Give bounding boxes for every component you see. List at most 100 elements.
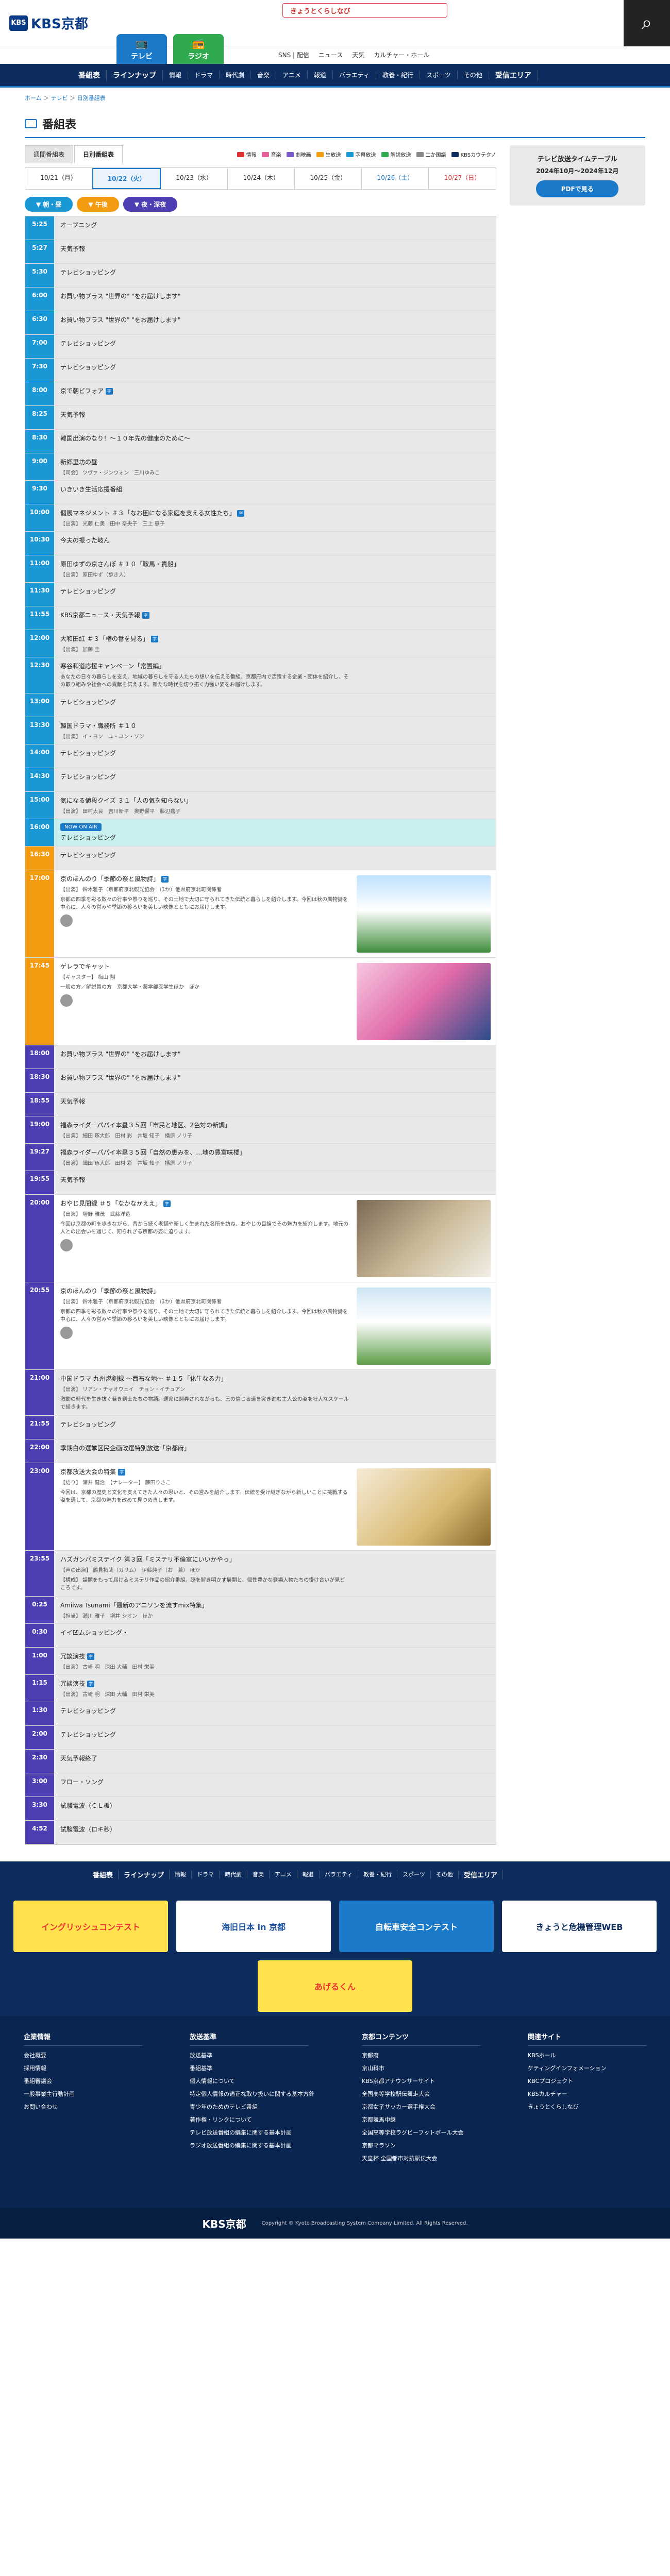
video-clip-icon[interactable] [60, 994, 73, 1007]
program-row[interactable]: 2:30 天気予報終了 [25, 1750, 496, 1773]
program-title[interactable]: テレビショッピング [60, 268, 490, 277]
program-title[interactable]: 寒谷和道応援キャンペーン「常置編」 [60, 662, 490, 670]
program-cell[interactable]: 韓国出演のなり！〜１０年先の健康のために〜 [54, 430, 496, 453]
program-row[interactable]: 14:00 テレビショッピング [25, 744, 496, 768]
tab-radio[interactable]: 📻 ラジオ [173, 34, 224, 64]
program-cell[interactable]: テレビショッピング [54, 1726, 496, 1749]
program-cell[interactable]: 季期白の選挙区民企画政選特別放送「京都府」 [54, 1439, 496, 1463]
banner[interactable]: 海旧日本 in 京都 [176, 1901, 331, 1952]
footer-link[interactable]: ケティングインフォメーション [528, 2064, 646, 2072]
program-title[interactable]: 冗談演技字 [60, 1652, 490, 1660]
footer-link[interactable]: 京山科市 [362, 2064, 480, 2072]
program-thumbnail[interactable] [356, 875, 491, 953]
program-row[interactable]: 22:00 季期白の選挙区民企画政選特別放送「京都府」 [25, 1439, 496, 1463]
search-button[interactable]: ⌕ [624, 0, 670, 46]
program-row[interactable]: 19:55 天気予報 [25, 1171, 496, 1195]
program-title[interactable]: 天気予報 [60, 244, 490, 253]
program-title[interactable]: 今夫の振った岐ん [60, 536, 490, 545]
program-title[interactable]: テレビショッピング [60, 363, 490, 371]
program-row[interactable]: 3:00 フロー・ソング [25, 1773, 496, 1797]
program-cell[interactable]: 韓国ドラマ・職務所 ＃１０ 【出演】 イ・ヨン ユ・ユン・ソン [54, 717, 496, 744]
program-cell[interactable]: 今夫の振った岐ん [54, 532, 496, 555]
gnav-item[interactable]: ラインナップ [107, 70, 163, 80]
program-row[interactable]: 17:00 京のほんのり「季節の祭と風物詩」字【出演】 鈴木雅子（京都府京北観光協… [25, 870, 496, 958]
program-row[interactable]: 18:55 天気予報 [25, 1093, 496, 1116]
program-title[interactable]: テレビショッピング [60, 698, 490, 706]
program-title[interactable]: テレビショッピング [60, 851, 490, 859]
program-cell[interactable]: 原田ゆずの京さんぽ ＃１０「鞍馬・貴船」 【出演】 原田ゆず（歩き人） [54, 555, 496, 582]
program-row[interactable]: 12:30 寒谷和道応援キャンペーン「常置編」 あなたの日々の暮らしを支え、地域の暮… [25, 657, 496, 693]
footer-logo[interactable]: KBS京都 [202, 2216, 246, 2231]
program-row[interactable]: 23:00 京都放送大会の特集字【語り】 浦井 健治 【ナレーター】 藤田りさこ今… [25, 1463, 496, 1551]
gnav-item[interactable]: アニメ [276, 71, 308, 79]
program-row[interactable]: 10:00 個展マネジメント ＃３「なお困になる家庭を支える女性たち」字【出演】 … [25, 504, 496, 532]
program-row[interactable]: 17:45 ゲレラでキャット 【キャスター】 梅山 翔一般の方／解説員の方 京都大学… [25, 958, 496, 1045]
program-cell[interactable]: 冗談演技字【出演】 古﨑 明 深田 大輔 田村 栄美 [54, 1675, 496, 1702]
program-row[interactable]: 15:00 気になる値段クイズ ３１「人の気を知らない」 【出演】 田村太良 吉川新… [25, 792, 496, 819]
program-thumbnail[interactable] [356, 1287, 491, 1365]
footer-link[interactable]: 全国高等学校ラグビーフットボール大会 [362, 2128, 480, 2137]
program-title[interactable]: 試験電波（ロキ秒） [60, 1825, 490, 1834]
footnav-item[interactable]: アニメ [270, 1870, 297, 1878]
footer-link[interactable]: 番組基準 [190, 2064, 314, 2072]
footnav-item[interactable]: 情報 [170, 1870, 192, 1878]
footnav-item[interactable]: スポーツ [397, 1870, 431, 1878]
program-cell[interactable]: 試験電波（ロキ秒） [54, 1821, 496, 1844]
footer-link[interactable]: 全国高等学校駅伝競走大会 [362, 2090, 480, 2098]
footer-link[interactable]: 特定個人情報の適正な取り扱いに関する基本方針 [190, 2090, 314, 2098]
footnav-item[interactable]: ラインナップ [119, 1869, 170, 1879]
program-cell[interactable]: オープニング [54, 216, 496, 240]
program-title[interactable]: 中国ドラマ 九州燃剣録 ～西布な地～ ＃１５「化生なる力」 [60, 1374, 490, 1383]
program-title[interactable]: テレビショッピング [60, 587, 490, 596]
program-title[interactable]: 季期白の選挙区民企画政選特別放送「京都府」 [60, 1444, 490, 1452]
program-cell[interactable]: テレビショッピング [54, 1416, 496, 1439]
program-cell[interactable]: テレビショッピング [54, 335, 496, 358]
program-row[interactable]: 10:30 今夫の振った岐ん [25, 532, 496, 555]
program-row[interactable]: 1:15 冗談演技字【出演】 古﨑 明 深田 大輔 田村 栄美 [25, 1675, 496, 1702]
footnav-item[interactable]: 時代劇 [220, 1870, 248, 1878]
program-row[interactable]: 8:30 韓国出演のなり！〜１０年先の健康のために〜 [25, 430, 496, 453]
program-cell[interactable]: 京で朝ビフォア字 [54, 382, 496, 405]
footer-link[interactable]: 京都女子サッカー選手権大会 [362, 2103, 480, 2111]
gnav-item[interactable]: 報道 [308, 71, 333, 79]
program-cell[interactable]: イイ凹ムショッピング・ [54, 1624, 496, 1647]
gnav-item[interactable]: 情報 [163, 71, 189, 79]
program-title[interactable]: テレビショッピング [60, 1706, 490, 1715]
program-cell[interactable]: 冗談演技字【出演】 古﨑 明 深田 大輔 田村 栄美 [54, 1648, 496, 1674]
program-row[interactable]: 8:00 京で朝ビフォア字 [25, 382, 496, 406]
program-cell[interactable]: テレビショッピング [54, 693, 496, 717]
program-cell[interactable]: テレビショッピング [54, 1702, 496, 1725]
program-row[interactable]: 7:30 テレビショッピング [25, 359, 496, 382]
program-title[interactable]: テレビショッピング [60, 1420, 490, 1429]
program-cell[interactable]: NOW ON AIR テレビショッピング [54, 819, 496, 846]
program-title[interactable]: 大和田紅 ＃３「権の番を見る」字 [60, 634, 490, 643]
footnav-item[interactable]: その他 [431, 1870, 459, 1878]
program-row[interactable]: 12:00 大和田紅 ＃３「権の番を見る」字【出演】 加藤 圭 [25, 630, 496, 657]
program-title[interactable]: 原田ゆずの京さんぽ ＃１０「鞍馬・貴船」 [60, 560, 490, 568]
footer-link[interactable]: 会社概要 [24, 2051, 142, 2059]
program-cell[interactable]: 天気予報終了 [54, 1750, 496, 1773]
program-cell[interactable]: 京都放送大会の特集字【語り】 浦井 健治 【ナレーター】 藤田りさこ 今回は、京都… [54, 1463, 496, 1550]
program-row[interactable]: 14:30 テレビショッピング [25, 768, 496, 792]
program-row[interactable]: 20:55 京のほんのり「季節の祭と風物詩」 【出演】 鈴木雅子（京都府京北観光協会… [25, 1282, 496, 1370]
program-title[interactable]: 韓国ドラマ・職務所 ＃１０ [60, 721, 490, 730]
breadcrumb-home[interactable]: ホーム [25, 95, 42, 101]
program-cell[interactable]: 天気予報 [54, 1171, 496, 1194]
program-row[interactable]: 8:25 天気予報 [25, 406, 496, 430]
program-cell[interactable]: 寒谷和道応援キャンペーン「常置編」 あなたの日々の暮らしを支え、地域の暮らしを守る… [54, 657, 496, 693]
program-cell[interactable]: 京のほんのり「季節の祭と風物詩」 【出演】 鈴木雅子（京都府京北観光協会 ほか）他… [54, 1282, 496, 1369]
footer-link[interactable]: KBCプロジェクト [528, 2077, 646, 2085]
program-title[interactable]: お買い物プラス "世界の" "をお届けします" [60, 1073, 490, 1082]
program-cell[interactable]: お買い物プラス "世界の" "をお届けします" [54, 311, 496, 334]
program-title[interactable]: 天気予報終了 [60, 1754, 490, 1762]
header-ad-banner[interactable]: きょうとくらしなび [282, 3, 447, 18]
footer-link[interactable]: 著作権・リンクについて [190, 2115, 314, 2124]
program-cell[interactable]: テレビショッピング [54, 768, 496, 791]
footer-link[interactable]: テレビ放送番組の編集に関する基本計画 [190, 2128, 314, 2137]
program-cell[interactable]: 天気予報 [54, 406, 496, 429]
footer-link[interactable]: 採用情報 [24, 2064, 142, 2072]
gnav-item[interactable]: 番組表 [72, 70, 107, 80]
util-weather[interactable]: 天気 [352, 50, 364, 59]
program-cell[interactable]: 天気予報 [54, 1093, 496, 1116]
program-title[interactable]: 個展マネジメント ＃３「なお困になる家庭を支える女性たち」字 [60, 509, 490, 517]
